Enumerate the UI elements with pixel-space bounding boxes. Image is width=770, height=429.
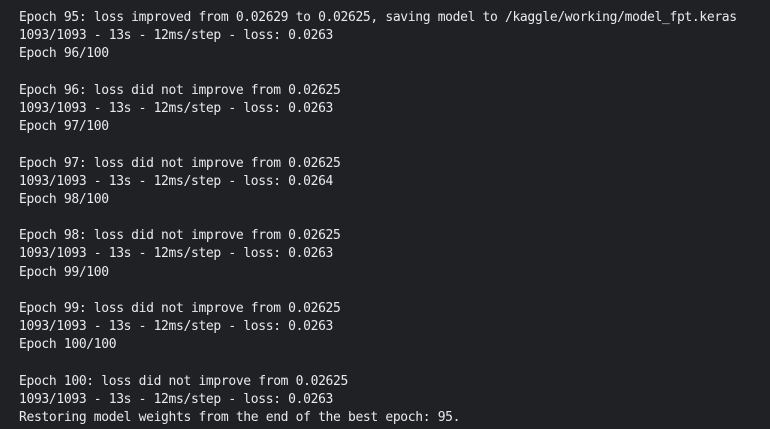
output-line: 1093/1093 - 13s - 12ms/step - loss: 0.02…: [19, 100, 334, 116]
output-line: Epoch 99/100: [19, 264, 109, 280]
output-line: 1093/1093 - 13s - 12ms/step - loss: 0.02…: [19, 319, 334, 335]
output-line: Epoch 99: loss did not improve from 0.02…: [19, 301, 341, 316]
cell-output-console: Epoch 95: loss improved from 0.02629 to …: [0, 0, 770, 429]
output-line: Epoch 95: loss improved from 0.02629 to …: [19, 10, 737, 25]
output-line: 1093/1093 - 13s - 12ms/step - loss: 0.02…: [19, 246, 334, 262]
output-line: Epoch 97: loss did not improve from 0.02…: [19, 155, 341, 171]
output-line: Epoch 96: loss did not improve from 0.02…: [19, 82, 341, 98]
output-line: Restoring model weights from the end of …: [19, 410, 461, 426]
output-line: Epoch 97/100: [19, 119, 109, 135]
output-line: Epoch 100: loss did not improve from 0.0…: [19, 373, 348, 389]
output-line: Epoch 98/100: [19, 191, 109, 207]
output-line: 1093/1093 - 13s - 12ms/step - loss: 0.02…: [19, 28, 334, 44]
output-line: Epoch 98: loss did not improve from 0.02…: [19, 228, 341, 244]
output-line: 1093/1093 - 13s - 12ms/step - loss: 0.02…: [19, 391, 334, 407]
output-line: Epoch 100/100: [19, 337, 117, 353]
output-line: Epoch 96/100: [19, 46, 109, 62]
output-line: 1093/1093 - 13s - 12ms/step - loss: 0.02…: [19, 173, 334, 189]
